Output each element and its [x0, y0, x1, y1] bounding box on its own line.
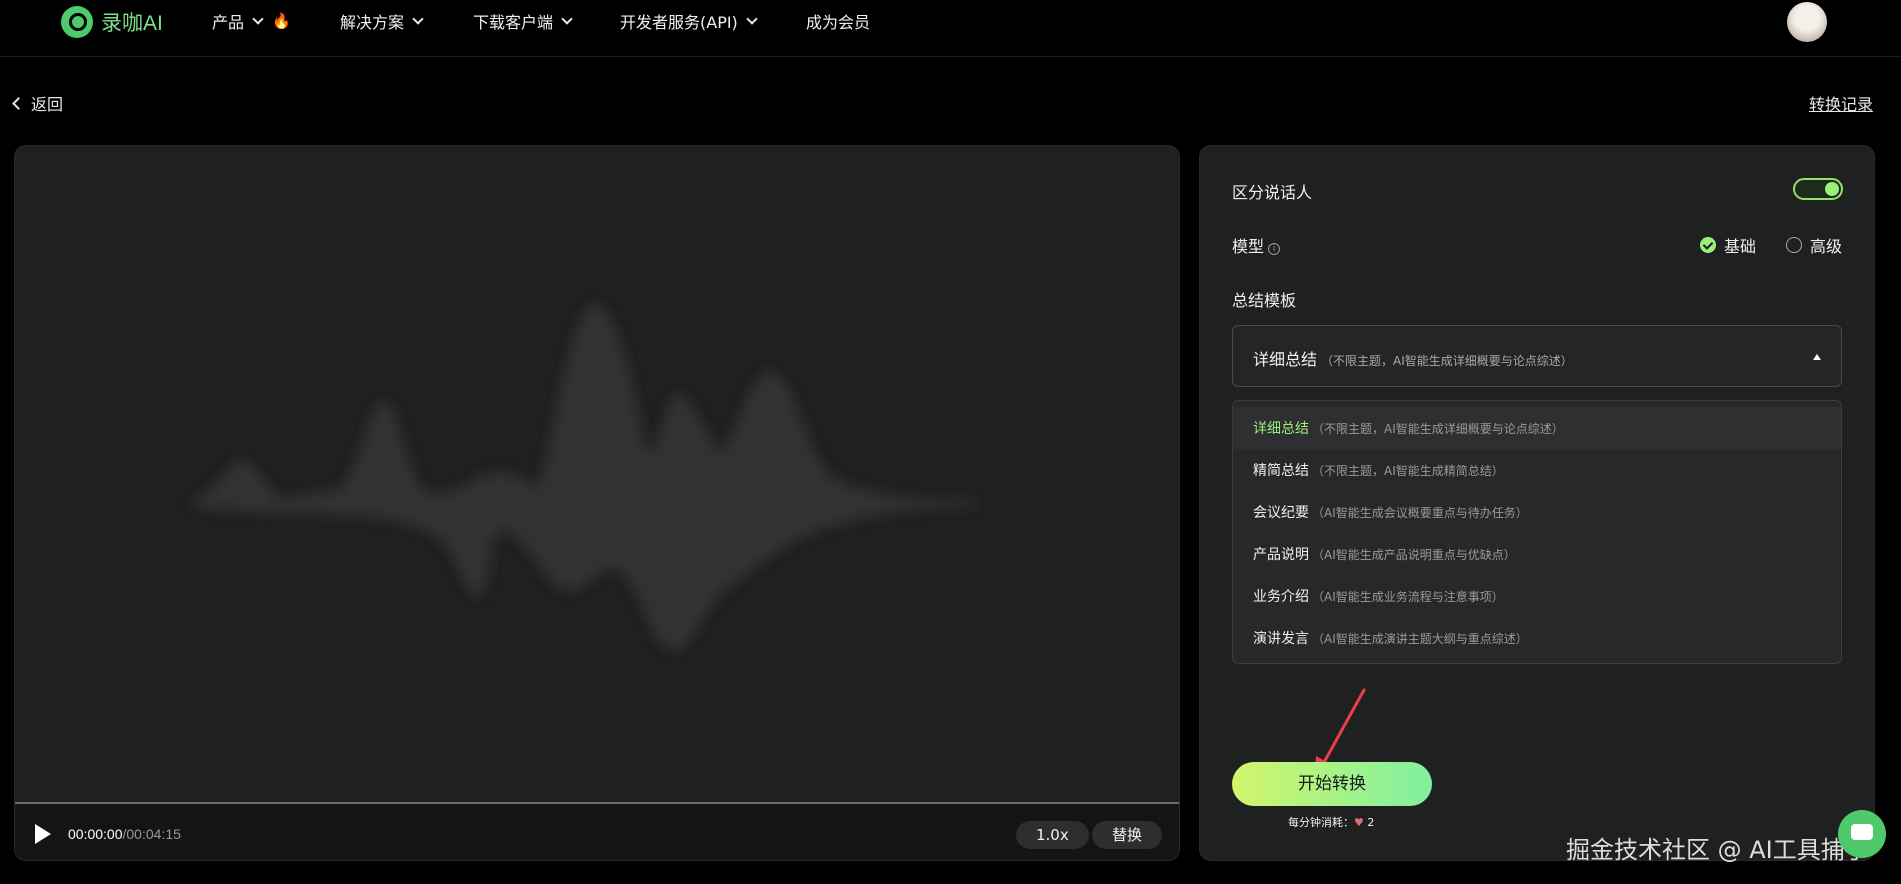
top-navbar: 录咖AI 产品 🔥 解决方案 下载客户端 开发者服务(API) 成为会员 [0, 0, 1901, 57]
nav-item-label: 开发者服务(API) [620, 13, 738, 32]
option-title: 会议纪要 [1253, 505, 1309, 521]
option-desc: （AI智能生成演讲主题大纲与重点综述） [1312, 631, 1528, 646]
watermark: 掘金技术社区 @ AI工具捕手 [1566, 836, 1869, 864]
option-desc: （不限主题，AI智能生成详细概要与论点综述） [1312, 421, 1564, 436]
nav-item-download[interactable]: 下载客户端 [473, 9, 573, 33]
model-label-row: 模型 i [1232, 233, 1281, 257]
fire-icon: 🔥 [272, 12, 291, 30]
toggle-knob [1825, 182, 1839, 196]
option-title: 精简总结 [1253, 463, 1309, 479]
start-convert-button[interactable]: 开始转换 [1232, 762, 1432, 806]
selected-template: 详细总结 （不限主题，AI智能生成详细概要与论点综述） [1253, 346, 1573, 370]
template-label: 总结模板 [1232, 291, 1297, 310]
model-option-advanced[interactable]: 高级 [1786, 233, 1842, 257]
logo-icon [61, 6, 93, 38]
heart-icon: ♥ [1354, 816, 1364, 829]
time-display: 00:00:00/00:04:15 [68, 826, 181, 842]
option-desc: （AI智能生成业务流程与注意事项） [1312, 589, 1504, 604]
nav-item-api[interactable]: 开发者服务(API) [620, 9, 758, 33]
chat-icon[interactable] [1838, 810, 1886, 858]
replace-button[interactable]: 替换 [1092, 821, 1163, 849]
option-desc: （AI智能生成产品说明重点与优缺点） [1312, 547, 1516, 562]
nav-item-label: 产品 [212, 13, 245, 32]
chevron-left-icon [12, 96, 25, 110]
speaker-toggle[interactable] [1793, 178, 1843, 200]
option-title: 业务介绍 [1253, 589, 1309, 605]
nav-item-label: 下载客户端 [473, 13, 554, 32]
template-option-product[interactable]: 产品说明 （AI智能生成产品说明重点与优缺点） [1233, 533, 1841, 575]
option-desc: （不限主题，AI智能生成精简总结） [1312, 463, 1504, 478]
model-option-basic[interactable]: 基础 [1700, 233, 1756, 257]
cost-label: 每分钟消耗： [1288, 816, 1354, 829]
radio-label: 基础 [1724, 237, 1757, 256]
template-select[interactable]: 详细总结 （不限主题，AI智能生成详细概要与论点综述） [1232, 325, 1842, 387]
caret-up-icon [1813, 354, 1821, 360]
option-title: 产品说明 [1253, 547, 1309, 563]
chevron-down-icon [746, 13, 758, 25]
chevron-down-icon [412, 13, 424, 25]
waveform-visual [190, 303, 975, 651]
option-title: 演讲发言 [1253, 631, 1309, 647]
speaker-label: 区分说话人 [1232, 183, 1313, 202]
radio-unchecked-icon [1786, 237, 1802, 253]
radio-checked-icon [1700, 237, 1716, 253]
selected-template-title: 详细总结 [1253, 350, 1318, 369]
template-option-concise[interactable]: 精简总结 （不限主题，AI智能生成精简总结） [1233, 449, 1841, 491]
selected-template-desc: （不限主题，AI智能生成详细概要与论点综述） [1321, 354, 1573, 368]
total-time: /00:04:15 [122, 826, 181, 842]
back-link[interactable]: 返回 [12, 91, 64, 115]
radio-label: 高级 [1810, 237, 1843, 256]
history-link[interactable]: 转换记录 [1809, 91, 1873, 115]
audio-player: 00:00:00/00:04:15 1.0x 替换 [14, 145, 1180, 861]
option-title: 详细总结 [1253, 421, 1309, 437]
settings-panel: 区分说话人 模型 i 基础 高级 总结模板 详细总结 （不限主题，AI智能生成详细概… [1199, 145, 1875, 861]
cost-value: 2 [1367, 816, 1375, 829]
template-option-detailed[interactable]: 详细总结 （不限主题，AI智能生成详细概要与论点综述） [1233, 407, 1841, 449]
logo[interactable]: 录咖AI [61, 6, 163, 38]
template-option-business[interactable]: 业务介绍 （AI智能生成业务流程与注意事项） [1233, 575, 1841, 617]
play-icon[interactable] [35, 824, 51, 844]
nav-item-solutions[interactable]: 解决方案 [340, 9, 424, 33]
option-desc: （AI智能生成会议概要重点与待办任务） [1312, 505, 1528, 520]
nav-item-product[interactable]: 产品 🔥 [212, 9, 291, 33]
chevron-down-icon [252, 13, 264, 25]
nav-item-label: 解决方案 [340, 13, 405, 32]
nav-item-membership[interactable]: 成为会员 [806, 9, 870, 33]
back-label: 返回 [31, 95, 64, 114]
model-label: 模型 [1232, 237, 1265, 256]
info-icon[interactable]: i [1268, 243, 1281, 255]
avatar[interactable] [1787, 2, 1827, 42]
cost-info: 每分钟消耗：♥ 2 [1288, 814, 1374, 830]
playback-speed-button[interactable]: 1.0x [1016, 821, 1089, 849]
nav-item-label: 成为会员 [806, 13, 871, 32]
template-dropdown: 详细总结 （不限主题，AI智能生成详细概要与论点综述） 精简总结 （不限主题，AI智… [1232, 400, 1842, 664]
logo-text: 录咖AI [101, 12, 163, 35]
template-option-speech[interactable]: 演讲发言 （AI智能生成演讲主题大纲与重点综述） [1233, 617, 1841, 659]
player-controls: 00:00:00/00:04:15 1.0x 替换 [15, 804, 1179, 860]
current-time: 00:00:00 [68, 826, 123, 842]
template-option-meeting[interactable]: 会议纪要 （AI智能生成会议概要重点与待办任务） [1233, 491, 1841, 533]
chevron-down-icon [561, 13, 573, 25]
